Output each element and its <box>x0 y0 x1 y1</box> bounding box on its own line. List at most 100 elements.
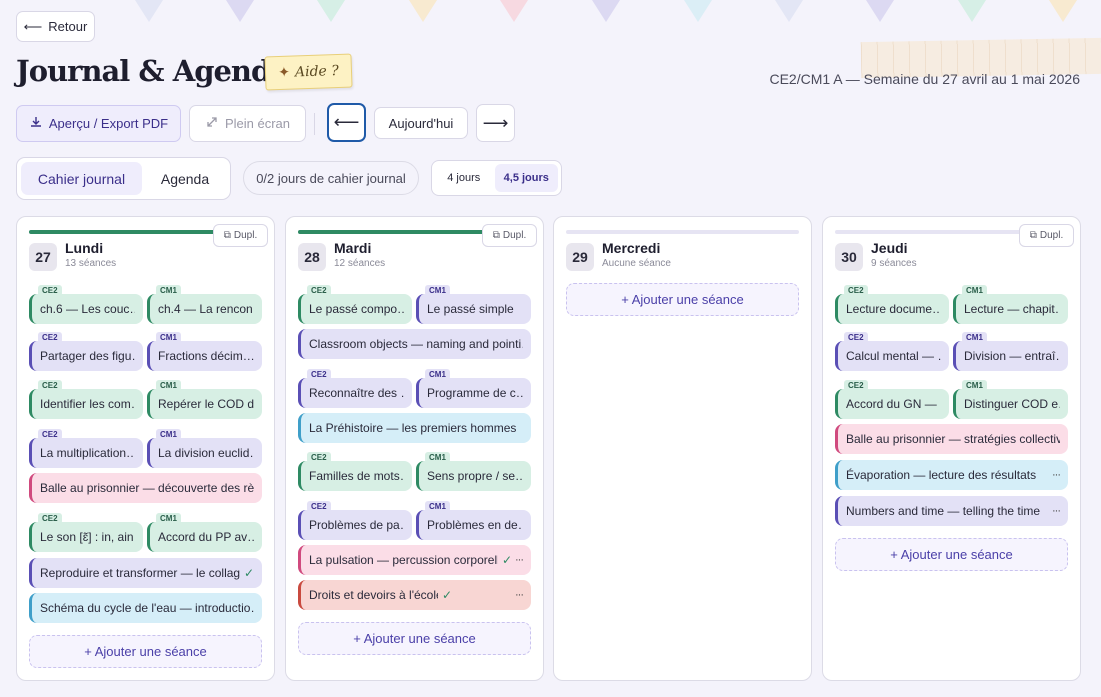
session-card[interactable]: La pulsation — percussion corporelle ✓ ··· <box>298 545 531 575</box>
expand-icon <box>205 115 219 132</box>
back-label: Retour <box>48 19 88 34</box>
level-badge: CE2 <box>307 501 331 512</box>
session-card[interactable]: CE2 Le passé compo… <box>298 285 412 324</box>
level-badge: CM1 <box>962 332 987 343</box>
day-name: Lundi <box>65 240 104 256</box>
session-card[interactable]: CM1 La division euclid… <box>147 429 262 468</box>
day-column-lundi: ⧉ Dupl. 27 Lundi 13 séances CE2 ch.6 — Les… <box>16 216 275 681</box>
session-card[interactable]: CM1 Accord du PP av… <box>147 513 262 552</box>
back-button[interactable]: ⟵ Retour <box>16 11 95 42</box>
session-card[interactable]: La Préhistoire — les premiers hommes <box>298 413 531 443</box>
session-card[interactable]: Droits et devoirs à l'école ✓ ··· <box>298 580 531 610</box>
bunting-decoration <box>100 0 1101 24</box>
session-count: 13 séances <box>65 258 117 269</box>
session-card[interactable]: Reproduire et transformer — le collage ✓ <box>29 558 262 588</box>
level-badge: CM1 <box>156 285 181 296</box>
arrow-right-icon: ⟶ <box>482 112 509 133</box>
session-card[interactable]: CM1 Lecture — chapit… <box>953 285 1068 324</box>
session-card[interactable]: Numbers and time — telling the time ··· <box>835 496 1068 526</box>
more-icon[interactable]: ··· <box>1052 505 1061 517</box>
session-card[interactable]: CE2 Familles de mots… <box>298 452 412 491</box>
today-button[interactable]: Aujourd'hui <box>374 107 468 139</box>
session-card[interactable]: CM1 Programme de c… <box>416 369 531 408</box>
check-icon: ✓ <box>441 588 452 602</box>
day-number: 28 <box>298 243 326 271</box>
session-card[interactable]: Balle au prisonnier — découverte des rè… <box>29 473 262 503</box>
session-card[interactable]: CE2Accord du GN — … <box>835 380 949 419</box>
toggle-4-days[interactable]: 4 jours <box>435 164 493 192</box>
level-badge: CE2 <box>307 452 331 463</box>
more-icon[interactable]: ··· <box>515 589 524 601</box>
session-card[interactable]: Classroom objects — naming and pointi… <box>298 329 531 359</box>
day-number: 29 <box>566 243 594 271</box>
session-count: 9 séances <box>871 258 917 269</box>
session-card[interactable]: CE2 Problèmes de pa… <box>298 501 412 540</box>
level-badge: CM1 <box>962 285 987 296</box>
session-card[interactable]: CE2Le son [ɛ̃] : in, ain… <box>29 513 143 552</box>
add-session-button[interactable]: + Ajouter une séance <box>566 283 799 316</box>
help-button[interactable]: ✦ Aide ? <box>264 53 353 91</box>
session-card[interactable]: CE2 Identifier les com… <box>29 380 143 419</box>
day-name: Mardi <box>334 240 372 256</box>
session-card[interactable]: CE2 Calcul mental — … <box>835 332 949 371</box>
session-card[interactable]: CM1 Division — entraî… <box>953 332 1068 371</box>
level-badge: CM1 <box>156 513 181 524</box>
day-column-mardi: ⧉ Dupl. 28 Mardi 12 séances CE2 Le passé c… <box>285 216 544 681</box>
session-card[interactable]: CM1 Problèmes en de… <box>416 501 531 540</box>
tab-cahier-journal[interactable]: Cahier journal <box>21 162 142 195</box>
level-badge: CE2 <box>844 380 868 391</box>
duplicate-day-button[interactable]: ⧉ Dupl. <box>213 224 268 247</box>
arrow-left-icon: ⟵ <box>23 18 43 34</box>
session-count: 12 séances <box>334 258 386 269</box>
session-card[interactable]: CE2 ch.6 — Les couc… <box>29 285 143 324</box>
more-icon[interactable]: ··· <box>515 554 524 566</box>
page-title: Journal & Agenda <box>16 54 289 88</box>
toolbar-divider <box>314 113 315 135</box>
next-week-button[interactable]: ⟶ <box>476 104 515 142</box>
session-card[interactable]: CE2 Lecture docume… <box>835 285 949 324</box>
level-badge: CE2 <box>38 429 62 440</box>
session-card[interactable]: CE2 Reconnaître des … <box>298 369 412 408</box>
export-pdf-button[interactable]: Aperçu / Export PDF <box>16 105 181 142</box>
day-name: Jeudi <box>871 240 908 256</box>
level-badge: CE2 <box>844 285 868 296</box>
fullscreen-button[interactable]: Plein écran <box>189 105 306 142</box>
session-card[interactable]: CM1 Fractions décim… <box>147 332 262 371</box>
tab-agenda[interactable]: Agenda <box>144 162 226 195</box>
sparkle-icon: ✦ <box>277 64 291 82</box>
level-badge: CM1 <box>156 380 181 391</box>
session-card[interactable]: CM1 Distinguer COD e… <box>953 380 1068 419</box>
day-number: 30 <box>835 243 863 271</box>
session-card[interactable]: Évaporation — lecture des résultats ··· <box>835 460 1068 490</box>
session-card[interactable]: Schéma du cycle de l'eau — introductio… <box>29 593 262 623</box>
level-badge: CE2 <box>38 332 62 343</box>
check-icon: ✓ <box>243 566 254 580</box>
previous-week-button[interactable]: ⟵ <box>327 103 366 142</box>
level-badge: CE2 <box>307 369 331 380</box>
session-card[interactable]: CM1Repérer le COD d… <box>147 380 262 419</box>
session-card[interactable]: CE2 La multiplication… <box>29 429 143 468</box>
add-session-button[interactable]: + Ajouter une séance <box>298 622 531 655</box>
duplicate-day-button[interactable]: ⧉ Dupl. <box>482 224 537 247</box>
toggle-4-5-days[interactable]: 4,5 jours <box>494 164 558 192</box>
help-label: Aide ? <box>294 62 340 81</box>
duplicate-day-button[interactable]: ⧉ Dupl. <box>1019 224 1074 247</box>
add-session-button[interactable]: + Ajouter une séance <box>835 538 1068 571</box>
session-card[interactable]: CE2 Partager des figu… <box>29 332 143 371</box>
session-card[interactable]: CM1 Le passé simple <box>416 285 531 324</box>
level-badge: CE2 <box>38 380 62 391</box>
level-badge: CE2 <box>38 285 62 296</box>
day-name: Mercredi <box>602 240 661 256</box>
level-badge: CM1 <box>425 452 450 463</box>
check-icon: ✓ <box>501 553 512 567</box>
days-toggle: 4 jours 4,5 jours <box>431 160 562 196</box>
level-badge: CE2 <box>307 285 331 296</box>
level-badge: CE2 <box>844 332 868 343</box>
session-card[interactable]: CM1 Sens propre / se… <box>416 452 531 491</box>
add-session-button[interactable]: + Ajouter une séance <box>29 635 262 668</box>
session-card[interactable]: Balle au prisonnier — stratégies collect… <box>835 424 1068 454</box>
level-badge: CM1 <box>425 285 450 296</box>
export-label: Aperçu / Export PDF <box>48 116 169 131</box>
session-card[interactable]: CM1ch.4 — La rencon… <box>147 285 262 324</box>
more-icon[interactable]: ··· <box>1052 469 1061 481</box>
